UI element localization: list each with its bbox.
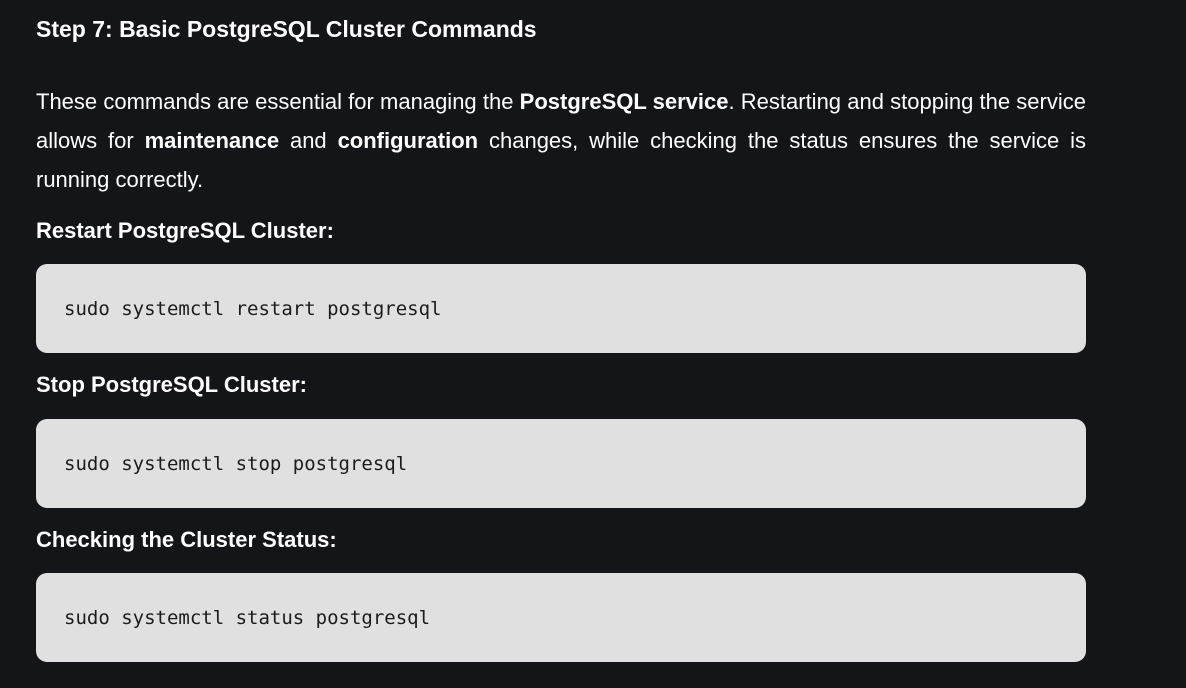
restart-heading: Restart PostgreSQL Cluster: xyxy=(36,218,334,243)
status-command[interactable]: sudo systemctl status postgresql xyxy=(64,607,430,629)
stop-command[interactable]: sudo systemctl stop postgresql xyxy=(64,453,407,475)
restart-code-block[interactable]: sudo systemctl restart postgresql xyxy=(36,264,1086,353)
intro-bold-configuration: configuration xyxy=(337,128,479,153)
step-title: Step 7: Basic PostgreSQL Cluster Command… xyxy=(36,16,537,42)
status-code-block[interactable]: sudo systemctl status postgresql xyxy=(36,573,1086,662)
restart-command[interactable]: sudo systemctl restart postgresql xyxy=(64,298,442,320)
stop-code-block[interactable]: sudo systemctl stop postgresql xyxy=(36,419,1086,508)
intro-text-3: and xyxy=(279,128,338,153)
intro-paragraph: These commands are essential for managin… xyxy=(36,82,1086,199)
intro-bold-maintenance: maintenance xyxy=(144,128,280,153)
status-heading: Checking the Cluster Status: xyxy=(36,527,337,552)
intro-bold-postgresql-service: PostgreSQL service xyxy=(519,89,729,114)
stop-heading: Stop PostgreSQL Cluster: xyxy=(36,372,307,397)
intro-text-1: These commands are essential for managin… xyxy=(36,89,520,114)
